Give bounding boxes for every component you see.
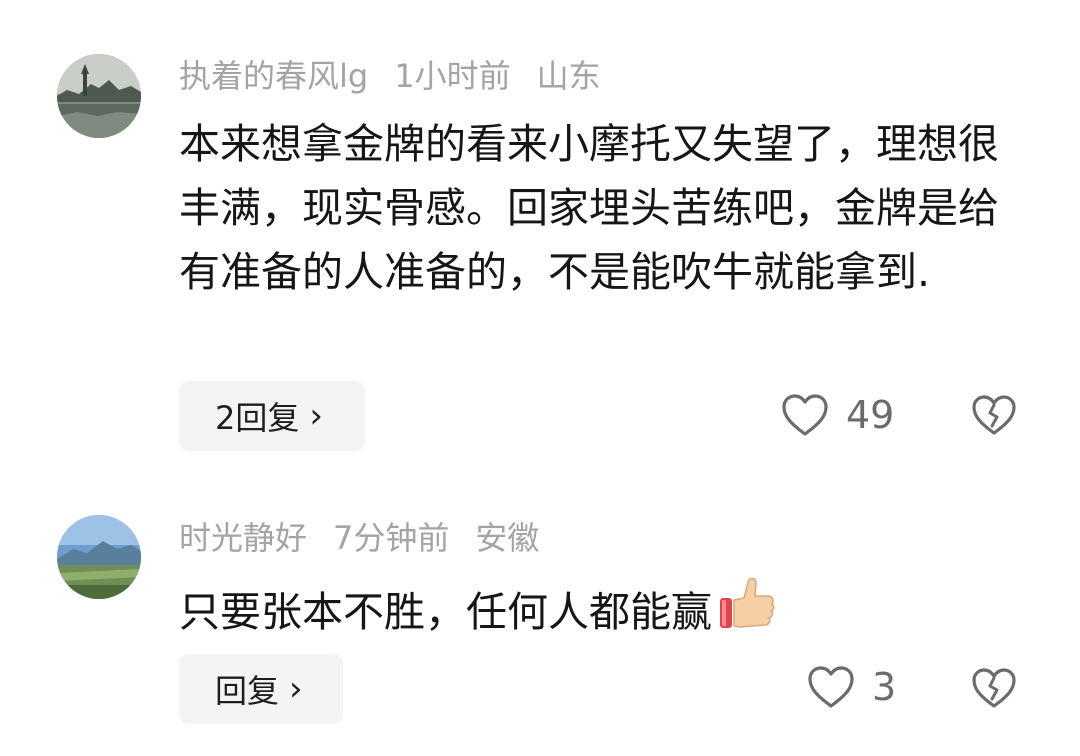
landscape-mountain-icon [57, 515, 141, 599]
like-button[interactable]: 3 [806, 664, 896, 710]
like-count: 49 [846, 393, 895, 437]
broken-heart-icon [972, 668, 1016, 708]
reply-label: 2回复 [215, 399, 300, 437]
like-button[interactable]: 49 [780, 392, 894, 438]
timestamp: 7分钟前 [333, 519, 450, 557]
username[interactable]: 时光静好 [179, 519, 307, 557]
comment-text: 只要张本不胜，任何人都能赢 [179, 588, 712, 636]
comment-text-wrap: 只要张本不胜，任何人都能赢 [179, 572, 1009, 652]
comment-meta: 时光静好 7分钟前 安徽 [179, 518, 565, 558]
avatar[interactable] [57, 54, 141, 138]
chevron-right-icon: › [309, 396, 323, 436]
avatar[interactable] [57, 515, 141, 599]
thumbs-up-icon [716, 572, 778, 652]
dislike-button[interactable] [970, 393, 1018, 441]
username[interactable]: 执着的春风lg [179, 57, 368, 95]
heart-icon [782, 394, 828, 436]
location: 安徽 [475, 519, 540, 557]
chevron-right-icon: › [289, 669, 303, 709]
heart-icon [808, 666, 854, 708]
like-count: 3 [872, 665, 897, 709]
landscape-pagoda-icon [57, 54, 141, 138]
reply-button[interactable]: 回复 › [179, 654, 343, 724]
comment-text: 本来想拿金牌的看来小摩托又失望了，理想很丰满，现实骨感。回家埋头苦练吧，金牌是给… [179, 120, 999, 296]
reply-label: 回复 [215, 672, 280, 710]
dislike-button[interactable] [970, 666, 1018, 714]
reply-button[interactable]: 2回复 › [179, 381, 365, 451]
timestamp: 1小时前 [394, 57, 511, 95]
location: 山东 [536, 57, 601, 95]
comment-meta: 执着的春风lg 1小时前 山东 [179, 56, 627, 96]
comment-item: 执着的春风lg 1小时前 山东 本来想拿金牌的看来小摩托又失望了，理想很丰满，现实骨… [0, 0, 1080, 480]
comment-item: 时光静好 7分钟前 安徽 只要张本不胜，任何人都能赢 回复 › 3 [0, 480, 1080, 756]
broken-heart-icon [972, 395, 1016, 435]
